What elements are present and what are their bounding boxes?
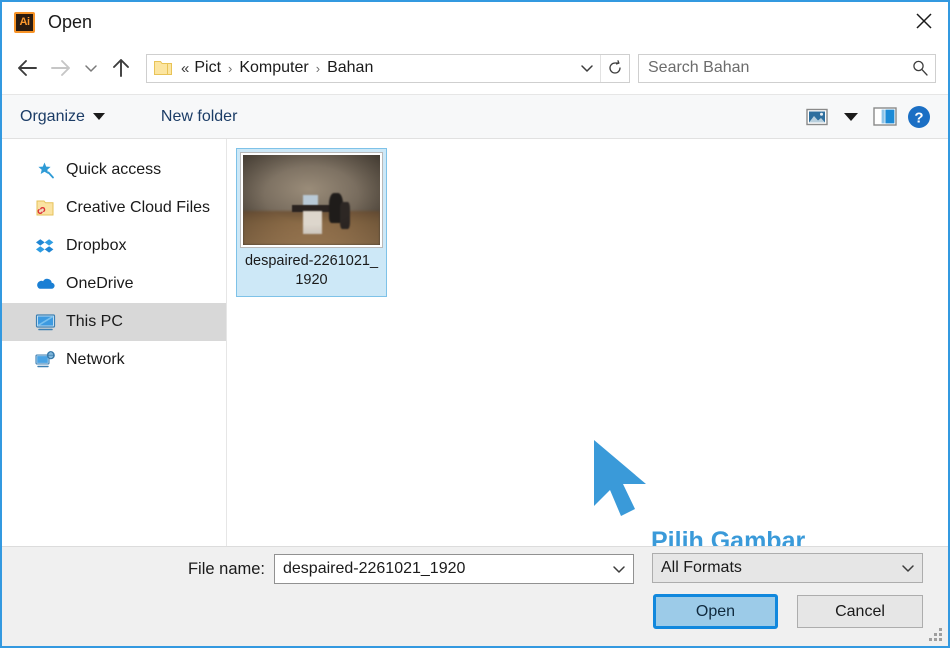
filename-label: File name: xyxy=(187,559,265,578)
up-arrow-icon[interactable] xyxy=(104,51,138,85)
sidebar-item-label: OneDrive xyxy=(66,275,134,292)
refresh-icon[interactable] xyxy=(600,54,629,82)
star-pin-icon xyxy=(34,159,56,181)
breadcrumb-overflow[interactable]: « xyxy=(179,60,191,77)
chevron-down-icon xyxy=(92,113,105,120)
file-format-value: All Formats xyxy=(661,559,742,576)
navigation-bar: « Pict › Komputer › Bahan xyxy=(2,42,948,94)
illustrator-ai-icon: Ai xyxy=(14,11,35,33)
window-title: Open xyxy=(48,11,93,32)
new-folder-label: New folder xyxy=(160,107,238,125)
format-chevron-down-icon[interactable] xyxy=(894,554,922,582)
mouse-pointer-arrow-icon xyxy=(588,437,660,528)
navigation-sidebar: Quick access Creative Cloud Files Dropbo… xyxy=(2,139,227,546)
sidebar-item-quick-access[interactable]: Quick access xyxy=(2,151,226,189)
sidebar-item-network[interactable]: Network xyxy=(2,341,226,379)
breadcrumb-separator[interactable]: › xyxy=(224,61,236,76)
sidebar-item-this-pc[interactable]: This PC xyxy=(2,303,226,341)
chevron-down-glyph xyxy=(844,112,858,121)
view-mode-chevron-down-icon[interactable] xyxy=(834,100,868,134)
sidebar-item-label: This PC xyxy=(66,313,123,330)
breadcrumb-item-bahan[interactable]: Bahan xyxy=(324,59,376,77)
file-format-select[interactable]: All Formats xyxy=(652,553,923,583)
organize-label: Organize xyxy=(20,107,85,125)
forward-arrow-icon[interactable] xyxy=(44,51,78,85)
command-bar: Organize New folder ? xyxy=(2,94,948,139)
resize-grip[interactable] xyxy=(929,628,943,642)
open-button[interactable]: Open xyxy=(653,594,778,629)
creative-cloud-icon xyxy=(34,197,56,219)
file-grid-item[interactable]: despaired-2261021_1920 xyxy=(236,148,387,297)
recent-locations-chevron-down-icon[interactable] xyxy=(78,51,104,85)
breadcrumb-separator[interactable]: › xyxy=(312,61,324,76)
network-icon xyxy=(34,349,56,371)
search-box[interactable] xyxy=(638,53,936,83)
sidebar-item-label: Creative Cloud Files xyxy=(66,199,211,216)
preview-pane-icon[interactable] xyxy=(868,100,902,134)
cancel-button[interactable]: Cancel xyxy=(797,595,923,628)
close-icon[interactable] xyxy=(900,2,948,40)
new-folder-button[interactable]: New folder xyxy=(161,108,237,126)
sidebar-item-label: Network xyxy=(66,351,125,368)
annotation-label: Pilih Gambar xyxy=(651,527,806,546)
file-name-label: despaired-2261021_1920 xyxy=(244,253,379,288)
sidebar-item-label: Dropbox xyxy=(66,237,127,254)
breadcrumb: « Pict › Komputer › Bahan xyxy=(147,59,574,77)
filename-input[interactable] xyxy=(275,559,605,579)
view-mode-picture-icon[interactable] xyxy=(800,100,834,134)
thumbnail-vignette xyxy=(243,155,380,245)
breadcrumb-item-komputer[interactable]: Komputer xyxy=(236,59,311,77)
search-input[interactable] xyxy=(639,58,905,78)
dialog-body: Quick access Creative Cloud Files Dropbo… xyxy=(2,139,948,546)
title-bar: Ai Open xyxy=(2,2,948,42)
address-chevron-down-icon[interactable] xyxy=(574,55,600,82)
back-arrow-icon[interactable] xyxy=(10,51,44,85)
svg-text:?: ? xyxy=(914,109,923,126)
open-file-dialog: Ai Open « Pict › Komputer › Bahan Search… xyxy=(0,0,950,648)
help-question-icon[interactable]: ? xyxy=(902,100,936,134)
file-list-pane[interactable]: despaired-2261021_1920 Pilih Gambar xyxy=(227,139,948,546)
this-pc-monitor-icon xyxy=(34,311,56,333)
breadcrumb-item-pict[interactable]: Pict xyxy=(191,59,224,77)
sidebar-item-creative-cloud-files[interactable]: Creative Cloud Files xyxy=(2,189,226,227)
filename-field[interactable] xyxy=(274,554,634,584)
sidebar-item-onedrive[interactable]: OneDrive xyxy=(2,265,226,303)
organize-button[interactable]: Organize xyxy=(20,108,105,126)
sidebar-item-dropbox[interactable]: Dropbox xyxy=(2,227,226,265)
search-icon[interactable] xyxy=(905,59,935,77)
sidebar-item-label: Quick access xyxy=(66,161,162,178)
file-thumbnail xyxy=(240,152,383,248)
filename-chevron-down-icon[interactable] xyxy=(605,555,633,583)
folder-icon xyxy=(153,59,173,77)
onedrive-cloud-icon xyxy=(34,273,56,295)
dropbox-icon xyxy=(34,235,56,257)
address-bar[interactable]: « Pict › Komputer › Bahan xyxy=(146,53,630,83)
